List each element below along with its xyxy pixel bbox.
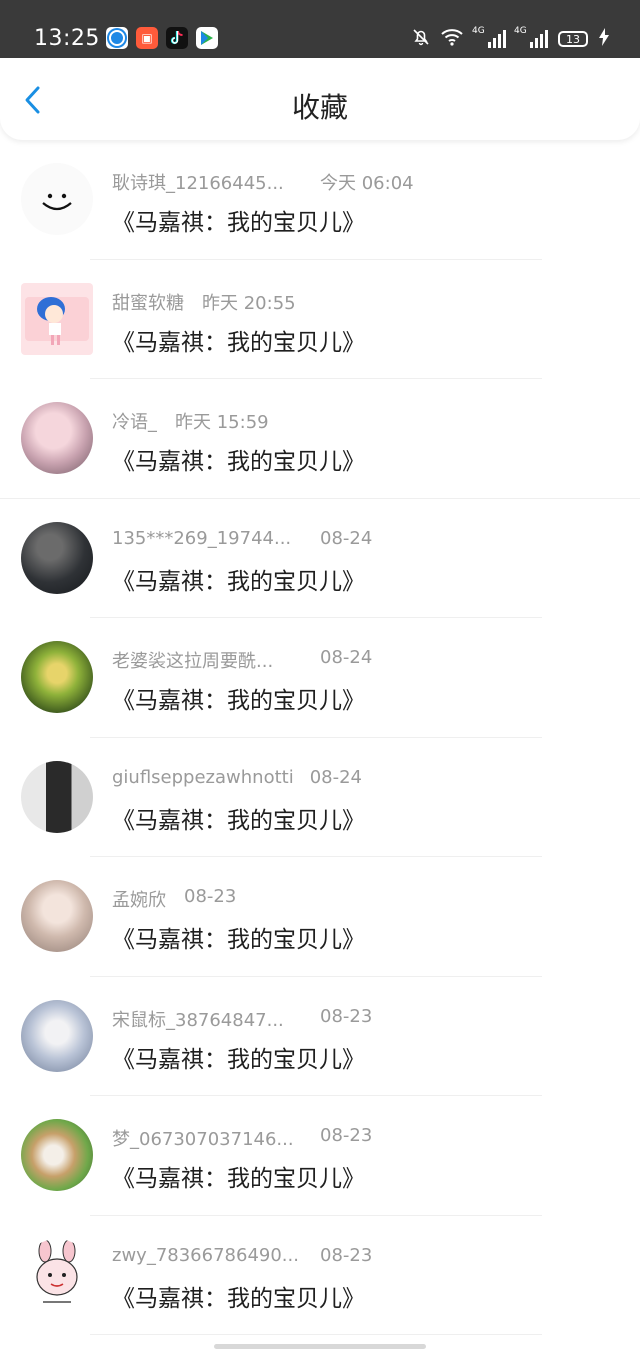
item-title[interactable]: 《马嘉祺：我的宝贝儿》: [112, 1040, 365, 1074]
item-title[interactable]: 《马嘉祺：我的宝贝儿》: [112, 442, 365, 476]
page-title: 收藏: [291, 91, 348, 124]
item-title[interactable]: 《马嘉祺：我的宝贝儿》: [112, 323, 365, 357]
user-name[interactable]: 135***269_19744...: [112, 528, 312, 549]
favorite-item[interactable]: 冷语_ 昨天 15:59 《马嘉祺：我的宝贝儿》: [0, 379, 640, 499]
avatar[interactable]: [21, 402, 93, 474]
avatar[interactable]: [21, 999, 93, 1072]
user-name[interactable]: 耿诗琪_12166445...: [112, 169, 312, 195]
user-name[interactable]: 老婆裟这拉周要酰...: [112, 647, 312, 673]
item-time: 08-24: [320, 647, 373, 668]
tiktok-app-icon: [166, 27, 188, 49]
item-time: 08-24: [320, 527, 373, 549]
status-bar: 13:25 ▣ 4G 4G 13: [0, 0, 640, 58]
video-app-icon: ▣: [136, 27, 158, 49]
item-title[interactable]: 《马嘉祺：我的宝贝儿》: [112, 920, 365, 954]
user-name[interactable]: 孟婉欣: [112, 886, 166, 912]
favorite-item[interactable]: 梦_067307037146... 08-23 《马嘉祺：我的宝贝儿》: [0, 1096, 640, 1216]
favorite-item[interactable]: giuflseppezawhnotti 08-24 《马嘉祺：我的宝贝儿》: [0, 738, 640, 857]
item-time: 08-23: [184, 886, 237, 907]
user-name[interactable]: 宋鼠标_38764847...: [112, 1006, 312, 1032]
notification-app-icons: ▣: [106, 27, 218, 49]
app-header: 收藏: [0, 58, 640, 140]
browser-app-icon: [106, 27, 128, 49]
mute-bell-icon: [412, 28, 430, 50]
avatar[interactable]: [21, 521, 93, 594]
divider: [90, 1334, 542, 1335]
charging-bolt-icon: [598, 28, 610, 50]
user-name[interactable]: giuflseppezawhnotti: [112, 767, 294, 788]
avatar[interactable]: [21, 163, 93, 235]
item-title[interactable]: 《马嘉祺：我的宝贝儿》: [112, 562, 365, 596]
favorite-item[interactable]: 老婆裟这拉周要酰... 08-24 《马嘉祺：我的宝贝儿》: [0, 618, 640, 738]
home-indicator[interactable]: [214, 1344, 426, 1349]
item-time: 昨天 20:55: [202, 292, 296, 314]
favorite-item[interactable]: zwy_78366786490... 08-23 《马嘉祺：我的宝贝儿》: [0, 1216, 640, 1335]
avatar[interactable]: [21, 282, 93, 355]
favorite-item[interactable]: 宋鼠标_38764847... 08-23 《马嘉祺：我的宝贝儿》: [0, 977, 640, 1096]
avatar[interactable]: [21, 641, 93, 713]
user-name[interactable]: 甜蜜软糖: [112, 289, 184, 315]
avatar[interactable]: [21, 1119, 93, 1191]
battery-icon: 13: [558, 31, 588, 47]
avatar[interactable]: [21, 880, 93, 952]
favorite-item[interactable]: 135***269_19744... 08-24 《马嘉祺：我的宝贝儿》: [0, 499, 640, 618]
cell-signal-1-icon: 4G: [472, 26, 506, 48]
favorite-item[interactable]: 孟婉欣 08-23 《马嘉祺：我的宝贝儿》: [0, 857, 640, 977]
wifi-icon: [440, 28, 464, 50]
avatar[interactable]: [21, 1238, 93, 1311]
user-name[interactable]: 梦_067307037146...: [112, 1125, 312, 1151]
item-title[interactable]: 《马嘉祺：我的宝贝儿》: [112, 1279, 365, 1313]
item-title[interactable]: 《马嘉祺：我的宝贝儿》: [112, 203, 365, 237]
item-time: 08-23: [320, 1005, 373, 1027]
item-time: 今天 06:04: [320, 173, 414, 194]
cell-signal-2-icon: 4G: [514, 26, 548, 48]
favorite-item[interactable]: 耿诗琪_12166445... 今天 06:04 《马嘉祺：我的宝贝儿》: [0, 140, 640, 260]
favorites-list: 耿诗琪_12166445... 今天 06:04 《马嘉祺：我的宝贝儿》 甜蜜软糖…: [0, 140, 640, 1335]
user-name[interactable]: zwy_78366786490...: [112, 1245, 312, 1266]
item-title[interactable]: 《马嘉祺：我的宝贝儿》: [112, 801, 365, 835]
avatar[interactable]: [21, 760, 93, 833]
item-title[interactable]: 《马嘉祺：我的宝贝儿》: [112, 1159, 365, 1193]
item-title[interactable]: 《马嘉祺：我的宝贝儿》: [112, 681, 365, 715]
item-time: 08-24: [309, 766, 363, 788]
item-time: 昨天 15:59: [175, 412, 269, 433]
play-store-icon: [196, 27, 218, 49]
item-time: 08-23: [320, 1244, 373, 1266]
status-indicators: 4G 4G 13: [412, 26, 610, 50]
favorite-item[interactable]: 甜蜜软糖 昨天 20:55 《马嘉祺：我的宝贝儿》: [0, 260, 640, 379]
item-time: 08-23: [320, 1125, 373, 1146]
status-time: 13:25: [34, 26, 100, 51]
user-name[interactable]: 冷语_: [112, 408, 157, 434]
